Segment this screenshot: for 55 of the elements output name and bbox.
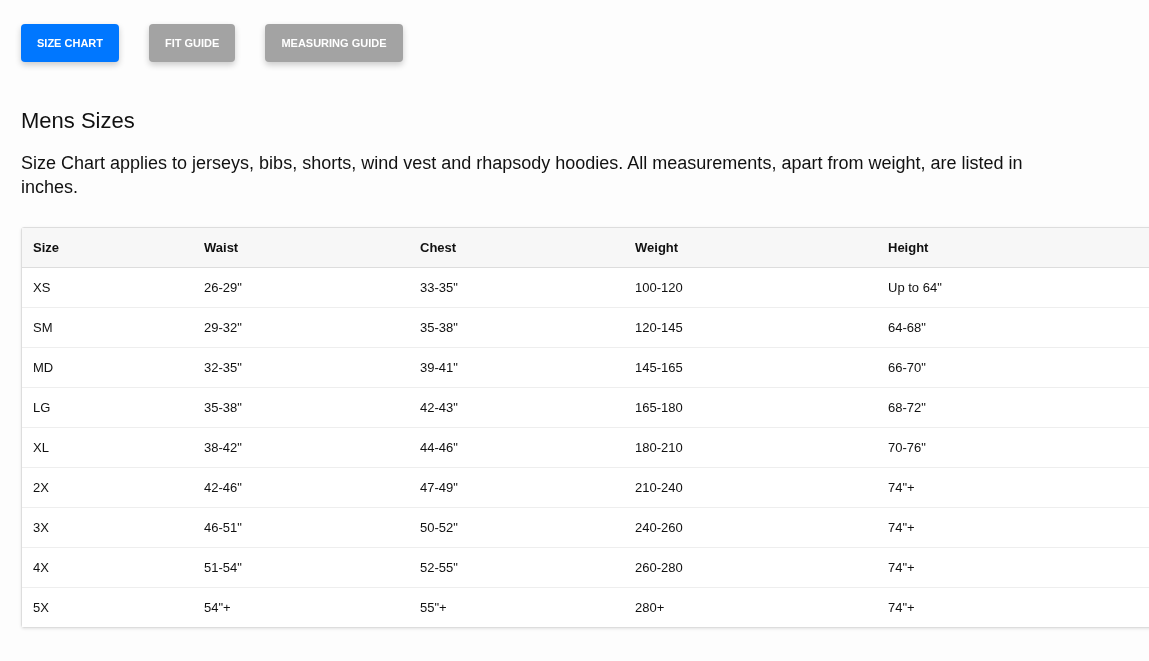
table-cell: 3X bbox=[33, 520, 49, 535]
table-cell: 32-35" bbox=[204, 360, 242, 375]
tab[interactable]: MEASURING GUIDE bbox=[265, 24, 403, 62]
table-cell: 54"+ bbox=[204, 600, 231, 615]
table-cell: 47-49" bbox=[420, 480, 458, 495]
table-cell: Up to 64" bbox=[888, 280, 942, 295]
table-cell: 50-52" bbox=[420, 520, 458, 535]
column-header: Height bbox=[888, 240, 929, 255]
table-cell: 280+ bbox=[635, 600, 665, 615]
column-header: Weight bbox=[635, 240, 679, 255]
table-cell: 35-38" bbox=[204, 400, 242, 415]
table-cell: SM bbox=[33, 320, 53, 335]
table-cell: MD bbox=[33, 360, 54, 375]
column-header: Chest bbox=[420, 240, 457, 255]
table-cell: 74"+ bbox=[888, 560, 915, 575]
table-cell: 55"+ bbox=[420, 600, 447, 615]
table-cell: 74"+ bbox=[888, 480, 915, 495]
table-cell: 64-68" bbox=[888, 320, 926, 335]
column-header: Waist bbox=[204, 240, 239, 255]
table-cell: 66-70" bbox=[888, 360, 926, 375]
table-cell: 180-210 bbox=[635, 440, 683, 455]
table-cell: 52-55" bbox=[420, 560, 458, 575]
table-cell: 240-260 bbox=[635, 520, 683, 535]
table-cell: 120-145 bbox=[635, 320, 683, 335]
table-cell: 145-165 bbox=[635, 360, 683, 375]
tab[interactable]: SIZE CHART bbox=[21, 24, 119, 62]
table-cell: 74"+ bbox=[888, 520, 915, 535]
section-heading: Mens Sizes bbox=[21, 108, 136, 134]
column-header: Size bbox=[33, 240, 59, 255]
table-cell: 210-240 bbox=[635, 480, 683, 495]
table-cell: 46-51" bbox=[204, 520, 242, 535]
table-cell: 4X bbox=[33, 560, 49, 575]
table-cell: LG bbox=[33, 400, 51, 415]
table-cell: 35-38" bbox=[420, 320, 458, 335]
table-cell: 74"+ bbox=[888, 600, 915, 615]
tab[interactable]: FIT GUIDE bbox=[149, 24, 236, 62]
table-cell: 165-180 bbox=[635, 400, 683, 415]
table-cell: 42-46" bbox=[204, 480, 242, 495]
table-cell: 29-32" bbox=[204, 320, 242, 335]
table-cell: 42-43" bbox=[420, 400, 458, 415]
table-cell: 68-72" bbox=[888, 400, 926, 415]
table-cell: 5X bbox=[33, 600, 49, 615]
table-cell: 39-41" bbox=[420, 360, 458, 375]
table-cell: XS bbox=[33, 280, 51, 295]
table-cell: 260-280 bbox=[635, 560, 683, 575]
table-cell: 51-54" bbox=[204, 560, 242, 575]
table-cell: 100-120 bbox=[635, 280, 683, 295]
table-cell: 38-42" bbox=[204, 440, 242, 455]
table-cell: 33-35" bbox=[420, 280, 458, 295]
table-cell: XL bbox=[33, 440, 49, 455]
table-cell: 44-46" bbox=[420, 440, 458, 455]
table-cell: 26-29" bbox=[204, 280, 242, 295]
table-cell: 70-76" bbox=[888, 440, 926, 455]
description-text: Size Chart applies to jerseys, bibs, shorts, wind vest and rhapsody hoodies. All measurements, apart from weight, are listed in inches. bbox=[21, 152, 1024, 199]
table-cell: 2X bbox=[33, 480, 49, 495]
